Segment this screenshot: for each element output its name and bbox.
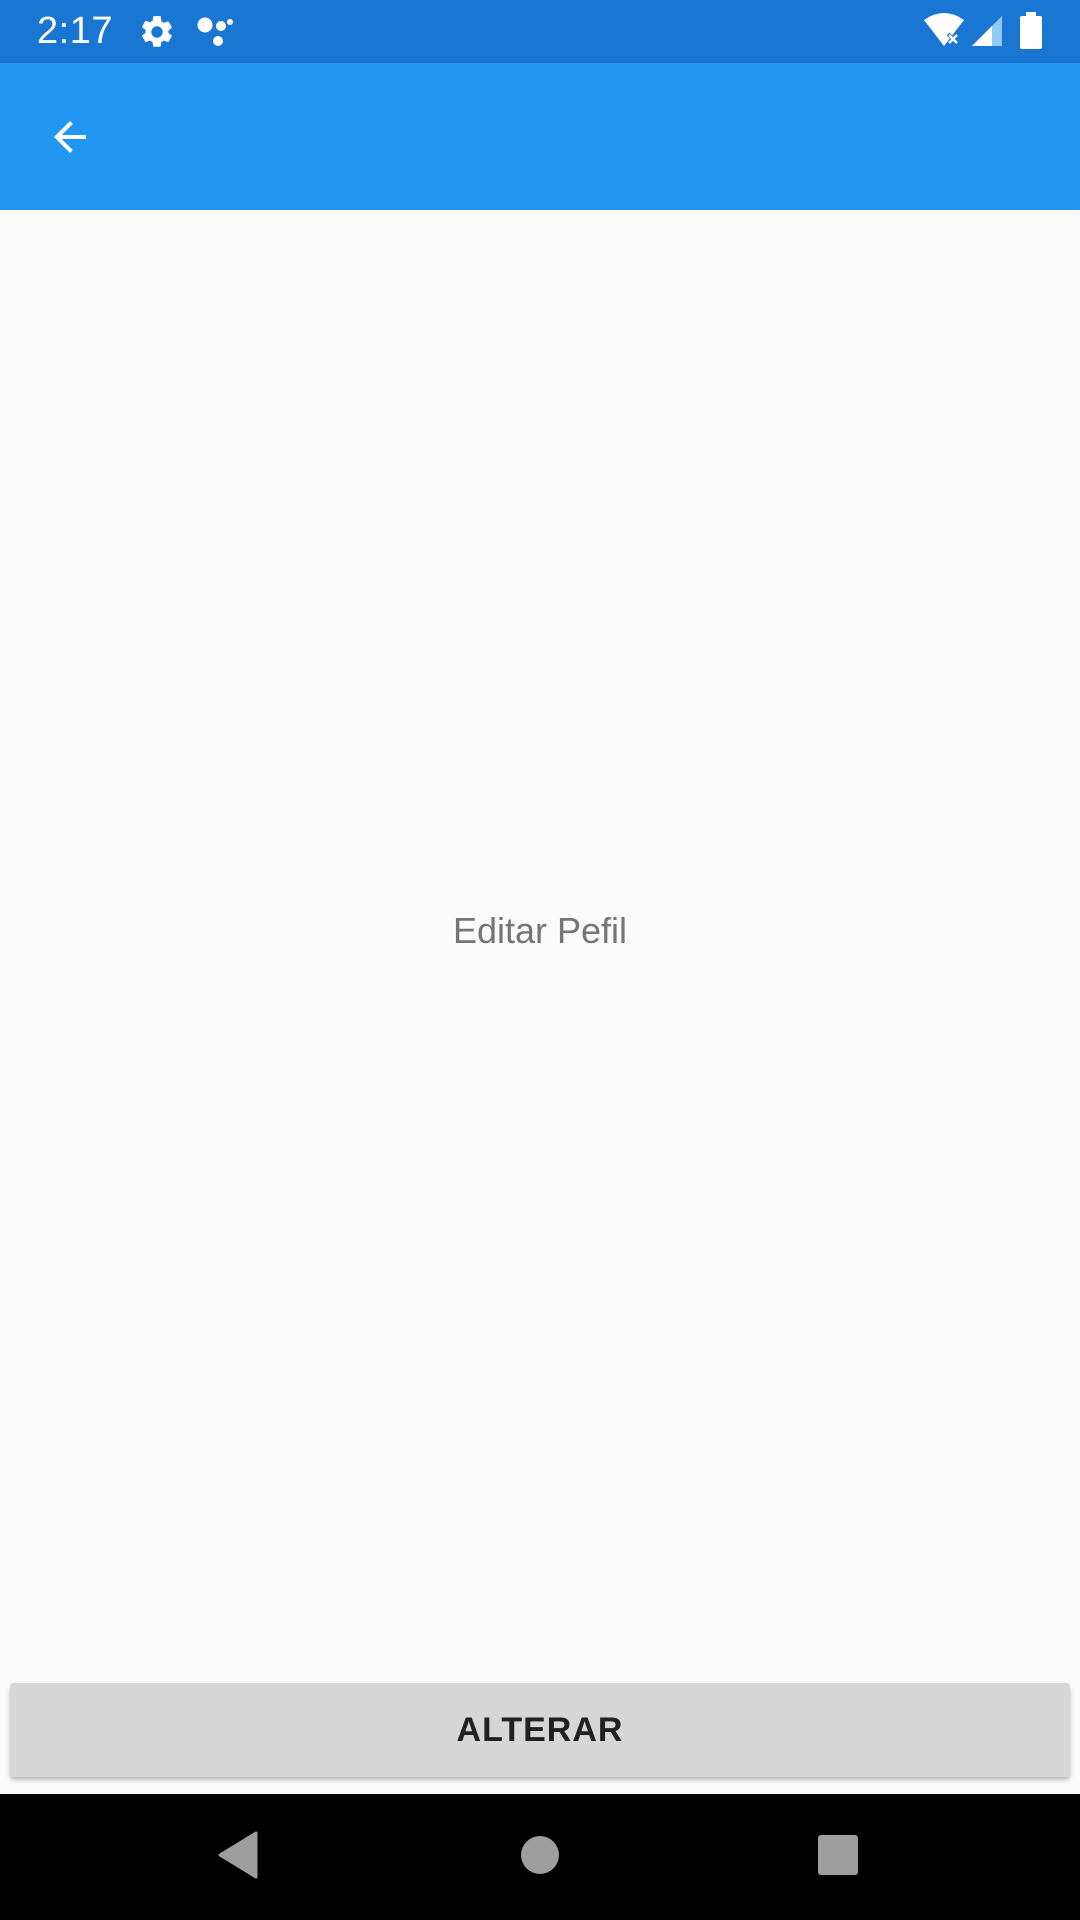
- wifi-off-icon: [922, 12, 966, 53]
- page-title: Editar Pefil: [452, 910, 628, 951]
- navigation-bar: [0, 1794, 1080, 1920]
- home-circle-icon: [520, 1835, 560, 1880]
- status-bar: 2:17: [0, 0, 1080, 63]
- nav-recents-button[interactable]: [798, 1817, 878, 1897]
- alterar-button[interactable]: ALTERAR: [10, 1683, 1070, 1777]
- app-bar: [0, 63, 1080, 210]
- recents-square-icon: [817, 1834, 859, 1881]
- back-triangle-icon: [216, 1831, 260, 1884]
- signal-icon: [970, 14, 1004, 53]
- gear-icon: [138, 13, 176, 56]
- battery-icon: [1018, 12, 1044, 55]
- nav-home-button[interactable]: [500, 1817, 580, 1897]
- assistant-dots-icon: [196, 16, 236, 55]
- arrow-left-icon: [46, 113, 94, 166]
- main-content: Editar Pefil: [0, 210, 1080, 1794]
- back-button[interactable]: [30, 99, 110, 179]
- nav-back-button[interactable]: [198, 1817, 278, 1897]
- status-time: 2:17: [37, 10, 113, 52]
